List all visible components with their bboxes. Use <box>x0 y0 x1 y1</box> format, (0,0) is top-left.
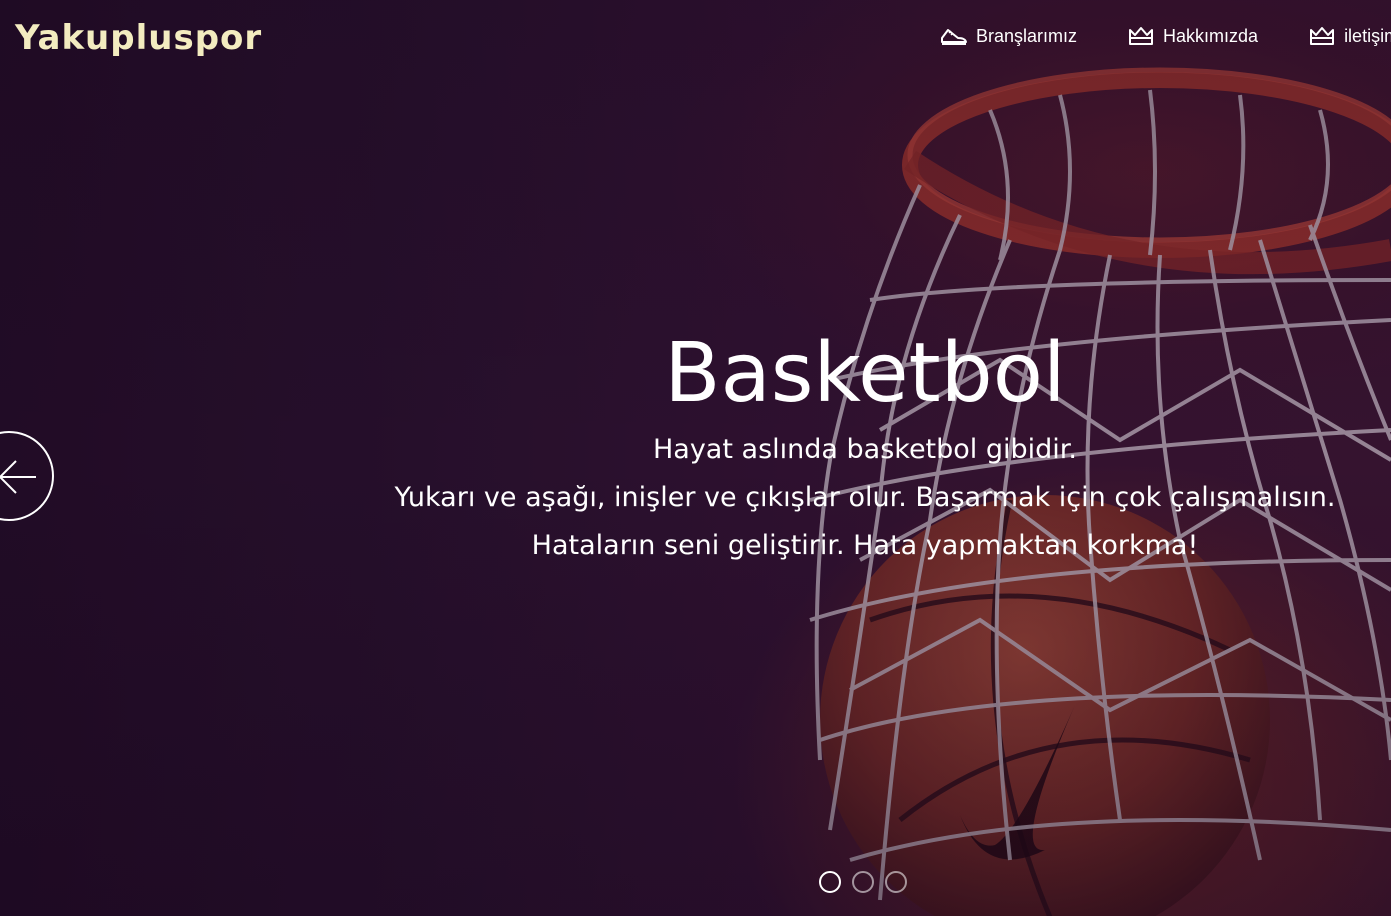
nav-links: Branşlarımız Hakkımızda iletişi <box>940 24 1391 48</box>
slide-text-line: Yukarı ve aşağı, inişler ve çıkışlar olu… <box>394 482 1336 513</box>
slide-title: Basketbol <box>664 326 1066 421</box>
nav-item-label: iletişim <box>1344 25 1391 46</box>
nav-item-iletisim[interactable]: iletişim <box>1308 24 1391 48</box>
sneaker-icon <box>940 24 968 48</box>
slide-text-line: Hayat aslında basketbol gibidir. <box>652 434 1078 465</box>
nav-item-branslarimiz[interactable]: Branşlarımız <box>940 24 1077 48</box>
nav-item-hakkimizda[interactable]: Hakkımızda <box>1127 24 1258 48</box>
carousel-indicator-2[interactable] <box>852 871 874 893</box>
arrow-left-icon <box>0 460 36 494</box>
nav-item-label: Branşlarımız <box>976 25 1078 46</box>
carousel-indicator-3[interactable] <box>885 871 907 893</box>
brand-logo[interactable]: Yakupluspor <box>15 18 262 58</box>
slide-caption: Basketbol Hayat aslında basketbol gibidi… <box>340 322 1390 570</box>
navbar: Yakupluspor Branşlarımız Hakkımızda ilet… <box>0 0 1391 76</box>
hero-carousel: Yakupluspor Branşlarımız Hakkımızda ilet… <box>0 0 1391 916</box>
nav-item-label: Hakkımızda <box>1163 25 1259 46</box>
carousel-indicators <box>819 871 918 893</box>
slide-text-line: Hataların seni geliştirir. Hata yapmakta… <box>531 530 1199 561</box>
crown-icon <box>1308 24 1336 48</box>
carousel-indicator-1[interactable] <box>819 871 841 893</box>
crown-icon <box>1127 24 1155 48</box>
